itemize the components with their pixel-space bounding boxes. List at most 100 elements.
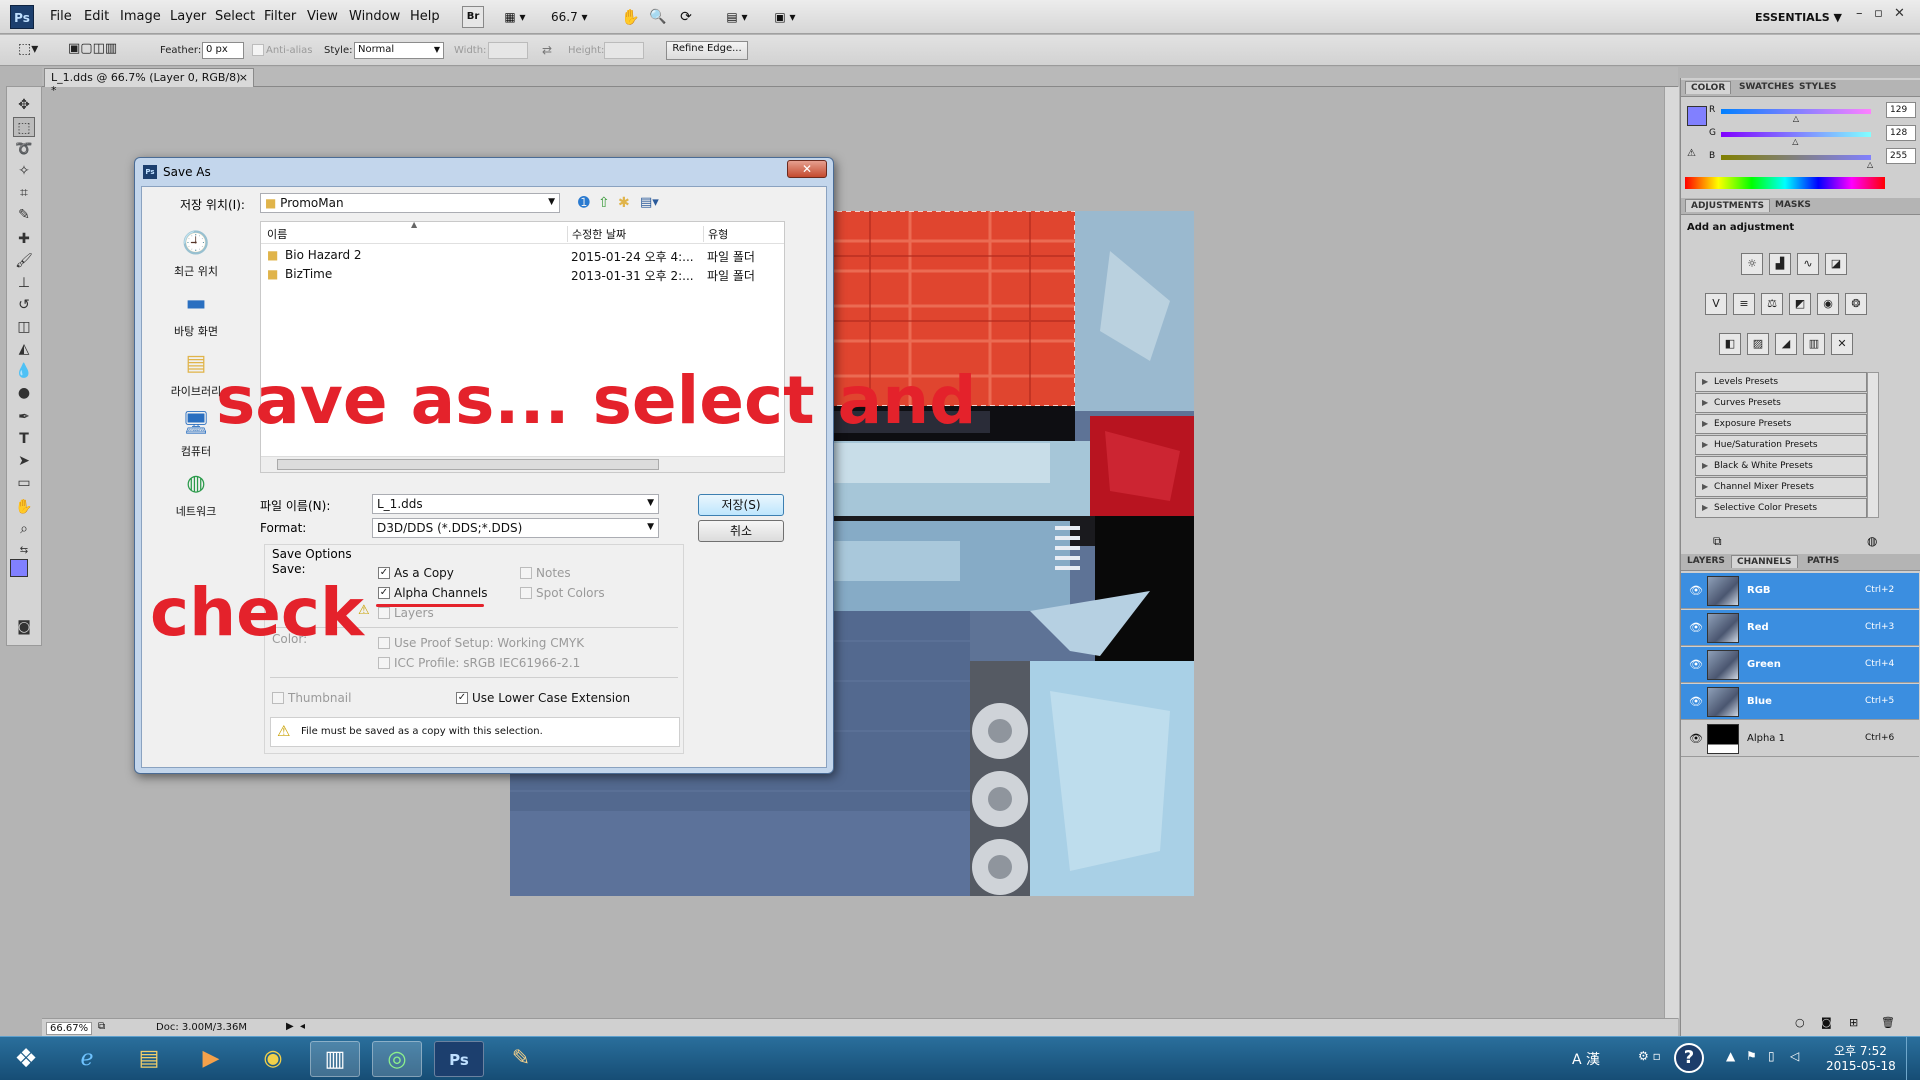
icc-profile-checkbox[interactable] [378, 657, 390, 669]
tray-overflow-icon[interactable]: ▲ [1726, 1049, 1735, 1063]
notepad-icon[interactable]: ▥ [310, 1041, 360, 1077]
internet-explorer-icon[interactable]: ℯ [62, 1041, 112, 1077]
status-info-icon[interactable]: ⧉ [98, 1021, 105, 1032]
rotate-view-icon[interactable]: ⟳ [676, 6, 696, 28]
channel-row-alpha[interactable]: 👁 Alpha 1 Ctrl+6 [1681, 721, 1919, 757]
slider-thumb-r[interactable]: △ [1793, 114, 1799, 123]
swap-icon[interactable]: ⇄ [542, 43, 552, 57]
format-select[interactable]: D3D/DDS (*.DDS;*.DDS) ▼ [372, 518, 659, 538]
color-balance-icon[interactable]: ⚖ [1761, 293, 1783, 315]
channel-row-rgb[interactable]: 👁 RGB Ctrl+2 [1681, 573, 1919, 609]
color-panel-fg-swatch[interactable] [1687, 106, 1707, 126]
lasso-tool-icon[interactable]: ➰ [13, 139, 35, 159]
menu-filter[interactable]: Filter [264, 9, 296, 24]
exposure-icon[interactable]: ◪ [1825, 253, 1847, 275]
clip-to-layer-icon[interactable]: ⧉ [1713, 534, 1722, 549]
color-spectrum-bar[interactable] [1685, 177, 1885, 189]
eye-icon[interactable]: 👁 [1689, 695, 1703, 708]
screen-mode-icon[interactable]: ▦ ▾ [498, 6, 532, 28]
slider-thumb-b[interactable]: △ [1867, 160, 1873, 169]
tab-styles[interactable]: STYLES [1799, 82, 1837, 92]
marquee-tool-icon[interactable]: ⬚ [13, 117, 35, 137]
eye-app-icon[interactable]: ◎ [372, 1041, 422, 1077]
eraser-icon[interactable]: ◫ [13, 317, 35, 337]
as-a-copy-checkbox[interactable]: ✓ [378, 567, 390, 579]
canvas-vertical-scrollbar[interactable] [1664, 87, 1679, 1018]
crop-tool-icon[interactable]: ⌗ [13, 183, 35, 203]
color-value-b[interactable]: 255 [1886, 148, 1916, 164]
clock-date[interactable]: 2015-05-18 [1826, 1059, 1896, 1073]
tab-masks[interactable]: MASKS [1775, 200, 1811, 210]
black-white-icon[interactable]: ◩ [1789, 293, 1811, 315]
posterize-icon[interactable]: ▨ [1747, 333, 1769, 355]
status-menu-arrow-icon[interactable]: ▶ [286, 1021, 294, 1032]
menu-view[interactable]: View [307, 9, 338, 24]
screen-mode-menu-icon[interactable]: ▣ ▾ [768, 6, 802, 28]
new-folder-icon[interactable]: ✱ [618, 195, 630, 211]
file-explorer-icon[interactable]: ▤ [124, 1041, 174, 1077]
eye-icon[interactable]: 👁 [1689, 584, 1703, 597]
foreground-color-swatch[interactable] [10, 559, 28, 577]
help-icon[interactable]: ? [1674, 1043, 1704, 1073]
blur-tool-icon[interactable]: 💧 [13, 361, 35, 381]
tab-adjustments[interactable]: ADJUSTMENTS [1685, 199, 1770, 212]
eyedropper-icon[interactable]: ✎ [13, 205, 35, 225]
language-bar-icons[interactable]: ⚙ ▫ [1638, 1049, 1661, 1063]
brush-tool-icon[interactable]: 🖌 [13, 251, 35, 271]
file-list-hscrollbar[interactable] [261, 456, 784, 472]
use-proof-checkbox[interactable] [378, 637, 390, 649]
menu-select[interactable]: Select [215, 9, 255, 24]
gradient-map-icon[interactable]: ▥ [1803, 333, 1825, 355]
clone-stamp-icon[interactable]: ⊥ [13, 273, 35, 293]
color-value-g[interactable]: 128 [1886, 125, 1916, 141]
place-desktop[interactable]: ▬ 바탕 화면 [160, 289, 232, 339]
preset-curves[interactable]: ▶ Curves Presets [1695, 393, 1867, 413]
ime-indicator[interactable]: A 漢 [1572, 1049, 1600, 1069]
dialog-title-bar[interactable]: Ps Save As ✕ [135, 158, 833, 186]
tray-network-icon[interactable]: ▯ [1768, 1049, 1775, 1063]
channel-row-green[interactable]: 👁 Green Ctrl+4 [1681, 647, 1919, 683]
place-recent[interactable]: 🕘 최근 위치 [160, 229, 232, 279]
save-button[interactable]: 저장(S) [698, 494, 784, 516]
zoom-level-dropdown[interactable]: 66.7 ▾ [550, 6, 598, 28]
quick-mask-icon[interactable]: ◙ [13, 617, 35, 637]
path-selection-icon[interactable]: ➤ [13, 451, 35, 471]
pen-tool-icon[interactable]: ✒ [13, 407, 35, 427]
notes-checkbox[interactable] [520, 567, 532, 579]
selection-mode-icons[interactable]: ▣▢◫▥ [68, 41, 117, 56]
healing-brush-icon[interactable]: ✚ [13, 229, 35, 249]
height-input[interactable] [604, 42, 644, 59]
tab-color[interactable]: COLOR [1685, 81, 1732, 94]
preset-channel-mixer[interactable]: ▶ Channel Mixer Presets [1695, 477, 1867, 497]
bridge-button[interactable]: Br [462, 6, 484, 28]
style-select[interactable]: Normal ▼ [354, 42, 444, 59]
zoom-tool-icon[interactable]: 🔍 [648, 6, 668, 28]
dialog-close-button[interactable]: ✕ [787, 160, 827, 178]
tray-flag-icon[interactable]: ⚑ [1746, 1049, 1757, 1063]
type-tool-icon[interactable]: T [13, 429, 35, 449]
menu-file[interactable]: File [50, 9, 72, 24]
photo-filter-icon[interactable]: ◉ [1817, 293, 1839, 315]
shape-tool-icon[interactable]: ▭ [13, 473, 35, 493]
paint-bucket-icon[interactable]: ◭ [13, 339, 35, 359]
antialias-checkbox[interactable] [252, 44, 264, 56]
tab-layers[interactable]: LAYERS [1687, 556, 1725, 566]
channel-mixer-icon[interactable]: ❂ [1845, 293, 1867, 315]
tab-paths[interactable]: PATHS [1807, 556, 1839, 566]
channel-row-blue[interactable]: 👁 Blue Ctrl+5 [1681, 684, 1919, 720]
zoom-status-field[interactable]: 66.67% [46, 1022, 93, 1035]
chrome-icon[interactable]: ◉ [248, 1041, 298, 1077]
clock-time[interactable]: 오후 7:52 [1834, 1042, 1887, 1059]
tab-channels[interactable]: CHANNELS [1731, 555, 1798, 568]
hand-tool-icon[interactable]: ✋ [620, 6, 640, 28]
back-icon[interactable]: ➊ [578, 195, 590, 211]
menu-edit[interactable]: Edit [84, 9, 109, 24]
threshold-icon[interactable]: ◢ [1775, 333, 1797, 355]
invert-icon[interactable]: ◧ [1719, 333, 1741, 355]
menu-help[interactable]: Help [410, 9, 440, 24]
column-date[interactable]: 수정한 날짜 [567, 226, 626, 242]
document-tab[interactable]: L_1.dds @ 66.7% (Layer 0, RGB/8) * × [44, 68, 254, 97]
new-channel-icon[interactable]: ⊞ [1849, 1016, 1858, 1029]
close-app-icon[interactable]: ✕ [1894, 6, 1905, 21]
save-in-select[interactable]: ■ PromoMan ▼ [260, 193, 560, 213]
